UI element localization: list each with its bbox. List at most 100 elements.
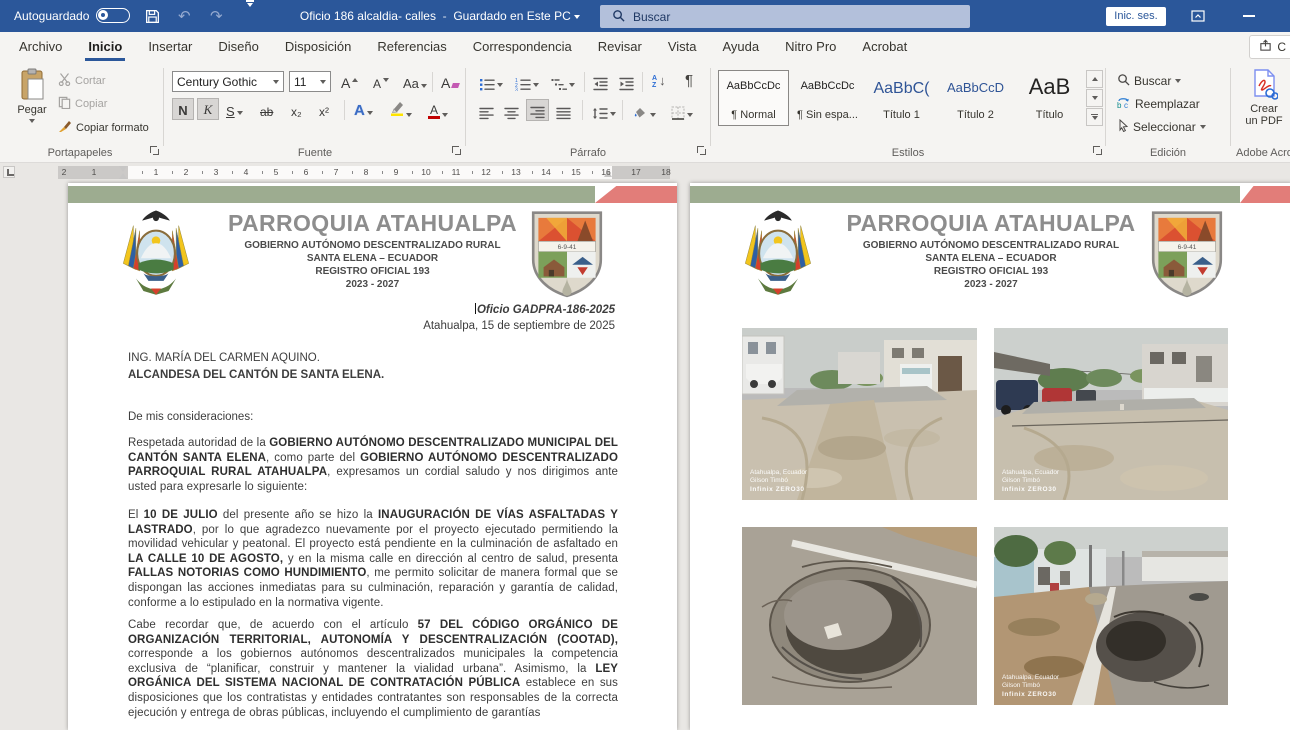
font-dialog-launcher[interactable] xyxy=(452,146,462,156)
select-button[interactable]: Seleccionar xyxy=(1117,119,1206,135)
style-normal[interactable]: AaBbCcDc ¶ Normal xyxy=(718,70,789,126)
ribbon-tab-row: Archivo Inicio Insertar Diseño Disposici… xyxy=(0,32,1290,62)
tab-revisar[interactable]: Revisar xyxy=(585,32,655,61)
select-pointer-icon xyxy=(1117,119,1129,135)
paragraph-dialog-launcher[interactable] xyxy=(697,146,707,156)
ribbon-display-options-icon[interactable] xyxy=(1190,0,1206,32)
change-case-button[interactable]: Aa xyxy=(400,70,430,92)
page-2[interactable]: PARROQUIA ATAHUALPA GOBIERNO AUTÓNOMO DE… xyxy=(690,183,1290,730)
bullets-button[interactable] xyxy=(476,70,506,92)
clear-formatting-button[interactable]: A xyxy=(438,70,462,92)
italic-button[interactable]: K xyxy=(197,98,219,120)
font-size-select[interactable]: 11 xyxy=(289,71,331,92)
tab-inicio[interactable]: Inicio xyxy=(75,32,135,61)
save-icon[interactable] xyxy=(144,0,161,32)
redo-icon[interactable]: ↷ xyxy=(210,0,223,32)
superscript-button[interactable]: x² xyxy=(316,98,332,120)
hanging-indent-marker[interactable] xyxy=(119,173,127,179)
copy-button[interactable]: Copiar xyxy=(58,96,107,112)
style-heading1[interactable]: AaBbC( Título 1 xyxy=(866,70,937,126)
paste-button[interactable]: Pegar xyxy=(8,68,56,123)
svg-text:c: c xyxy=(1124,101,1128,109)
align-right-button[interactable] xyxy=(526,99,549,121)
tab-ayuda[interactable]: Ayuda xyxy=(709,32,772,61)
document-title[interactable]: Oficio 186 alcaldia- calles - Guardado e… xyxy=(250,0,630,32)
underline-button[interactable]: S xyxy=(223,98,246,120)
font-color-button[interactable]: A xyxy=(425,98,451,120)
replace-button[interactable]: bc Reemplazar xyxy=(1117,96,1200,112)
text-effects-button[interactable]: A xyxy=(351,98,376,120)
align-left-button[interactable] xyxy=(476,99,497,121)
header-band-green-2 xyxy=(690,186,1240,203)
tab-disposicion[interactable]: Disposición xyxy=(272,32,364,61)
clipboard-dialog-launcher[interactable] xyxy=(150,146,160,156)
font-group-label: Fuente xyxy=(165,147,465,159)
decrease-indent-button[interactable] xyxy=(590,70,611,92)
editing-group-label: Edición xyxy=(1107,147,1229,159)
parish-shield-logo: 6-9-41 xyxy=(528,207,606,304)
shrink-font-button[interactable]: A xyxy=(370,70,392,92)
tab-correspondencia[interactable]: Correspondencia xyxy=(460,32,585,61)
cut-button[interactable]: Cortar xyxy=(58,73,106,89)
horizontal-ruler[interactable]: 21123456789101112131415161718 xyxy=(58,166,670,179)
photo-watermark: Atahualpa, EcuadorGilson TimbóInfinix ZE… xyxy=(1002,674,1059,700)
tab-insertar[interactable]: Insertar xyxy=(135,32,205,61)
first-line-indent-marker[interactable] xyxy=(119,166,127,172)
highlight-color-button[interactable] xyxy=(387,98,415,120)
justify-button[interactable] xyxy=(553,99,574,121)
title-bar: Autoguardado ↶ ↷ Oficio 186 alcaldia- ca… xyxy=(0,0,1290,32)
minimize-button[interactable] xyxy=(1243,15,1255,17)
photo-watermark: Atahualpa, EcuadorGilson TimbóInfinix ZE… xyxy=(750,469,807,495)
svg-text:6-9-41: 6-9-41 xyxy=(558,244,577,251)
multilevel-list-button[interactable] xyxy=(548,70,578,92)
word-window: Autoguardado ↶ ↷ Oficio 186 alcaldia- ca… xyxy=(0,0,1290,730)
text-cursor xyxy=(475,303,476,314)
styles-scroll-up[interactable] xyxy=(1086,70,1103,88)
bold-button[interactable]: N xyxy=(172,98,194,120)
page-1[interactable]: PARROQUIA ATAHUALPA GOBIERNO AUTÓNOMO DE… xyxy=(68,183,677,730)
style-no-spacing[interactable]: AaBbCcDc ¶ Sin espa... xyxy=(792,70,863,126)
paragraph-2: El 10 DE JULIO del presente año se hizo … xyxy=(128,508,618,610)
find-button[interactable]: Buscar xyxy=(1117,73,1181,89)
svg-text:b: b xyxy=(1117,101,1122,109)
autosave-label: Autoguardado xyxy=(14,0,89,32)
grow-font-button[interactable]: A xyxy=(338,70,361,92)
shading-button[interactable] xyxy=(629,99,659,121)
font-color-icon: A xyxy=(428,104,440,120)
align-center-button[interactable] xyxy=(501,99,522,121)
increase-indent-button[interactable] xyxy=(616,70,637,92)
find-icon xyxy=(1117,73,1130,89)
undo-icon[interactable]: ↶ xyxy=(178,0,191,32)
tab-acrobat[interactable]: Acrobat xyxy=(849,32,920,61)
styles-gallery-expand[interactable] xyxy=(1086,108,1103,126)
style-title[interactable]: AaB Título xyxy=(1014,70,1085,126)
sort-button[interactable]: AZ ↓ xyxy=(649,68,669,90)
tab-selector[interactable] xyxy=(3,166,15,178)
borders-button[interactable] xyxy=(668,99,696,121)
clipboard-group-label: Portapapeles xyxy=(0,147,160,159)
numbering-button[interactable]: 123 xyxy=(512,70,542,92)
photo-road-sinkhole: Atahualpa, EcuadorGilson TimbóInfinix ZE… xyxy=(994,527,1228,705)
tab-diseno[interactable]: Diseño xyxy=(205,32,271,61)
oficio-reference: Oficio GADPRA-186-2025 xyxy=(475,303,615,316)
strikethrough-button[interactable]: ab xyxy=(257,98,276,120)
show-marks-button[interactable]: ¶ xyxy=(682,68,696,90)
sign-in-button[interactable]: Inic. ses. xyxy=(1106,7,1166,26)
subscript-button[interactable]: x₂ xyxy=(288,98,305,120)
line-spacing-button[interactable] xyxy=(589,99,619,121)
clipboard-icon xyxy=(19,68,46,104)
styles-scroll-down[interactable] xyxy=(1086,89,1103,107)
styles-dialog-launcher[interactable] xyxy=(1093,146,1103,156)
search-input[interactable]: Buscar xyxy=(600,5,970,28)
autosave-toggle[interactable] xyxy=(96,8,130,23)
create-pdf-button[interactable]: Crear un PDF xyxy=(1238,69,1290,127)
style-heading2[interactable]: AaBbCcD Título 2 xyxy=(940,70,1011,126)
tab-vista[interactable]: Vista xyxy=(655,32,710,61)
tab-referencias[interactable]: Referencias xyxy=(364,32,459,61)
format-painter-button[interactable]: Copiar formato xyxy=(58,119,149,136)
tab-nitro-pro[interactable]: Nitro Pro xyxy=(772,32,849,61)
share-button[interactable]: C xyxy=(1249,35,1290,59)
tab-archivo[interactable]: Archivo xyxy=(6,32,75,61)
font-family-select[interactable]: Century Gothic xyxy=(172,71,284,92)
document-canvas[interactable]: PARROQUIA ATAHUALPA GOBIERNO AUTÓNOMO DE… xyxy=(0,181,1290,730)
